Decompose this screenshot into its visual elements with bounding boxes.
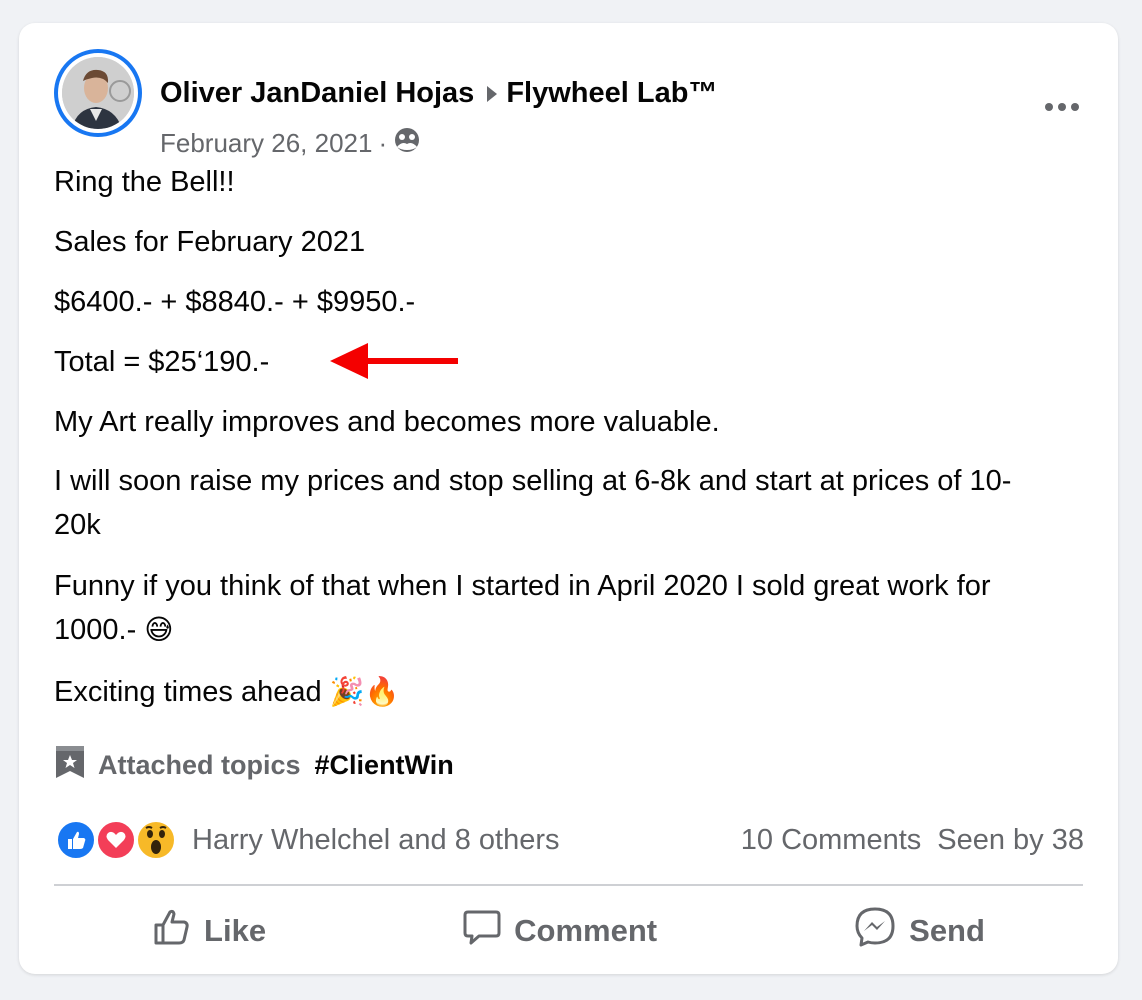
meta-separator: · xyxy=(378,128,388,158)
group-icon[interactable] xyxy=(393,126,421,161)
author-name[interactable]: Oliver JanDaniel Hojas xyxy=(160,77,474,110)
reaction-icons[interactable] xyxy=(56,818,182,862)
party-popper-emoji: 🎉 xyxy=(329,675,365,708)
post-actions: Like Comment Send xyxy=(54,903,1083,959)
post-meta: February 26, 2021 · xyxy=(160,126,421,161)
wow-reaction-icon xyxy=(136,820,176,860)
triangle-right-icon xyxy=(486,85,498,103)
attached-topics: Attached topics #ClientWin xyxy=(54,745,454,785)
post-line: Exciting times ahead 🎉🔥 xyxy=(54,671,399,713)
topic-tag[interactable]: #ClientWin xyxy=(315,750,454,781)
post-line: I will soon raise my prices and stop sel… xyxy=(54,465,1012,541)
like-label: Like xyxy=(204,913,267,948)
love-reaction-icon xyxy=(96,820,136,860)
send-label: Send xyxy=(909,913,985,948)
seen-count[interactable]: Seen by 38 xyxy=(937,824,1084,857)
post-line: Ring the Bell!! xyxy=(54,166,235,198)
topic-badge-icon xyxy=(54,744,86,787)
fire-emoji: 🔥 xyxy=(364,675,400,708)
post-card: Oliver JanDaniel Hojas Flywheel Lab™ Feb… xyxy=(19,23,1118,974)
thumbs-up-icon xyxy=(152,907,192,955)
post-line-text: Exciting times ahead xyxy=(54,676,322,708)
post-line: $6400.- + $8840.- + $9950.- xyxy=(54,286,416,318)
post-line: Funny if you think of that when I starte… xyxy=(54,564,1044,652)
post-line: Total = $25‘190.- xyxy=(54,346,270,378)
comments-count[interactable]: 10 Comments xyxy=(741,824,922,857)
red-arrow-annotation xyxy=(330,343,458,379)
post-line: My Art really improves and becomes more … xyxy=(54,406,720,438)
avatar[interactable] xyxy=(54,49,142,137)
post-line: Sales for February 2021 xyxy=(54,226,366,258)
sweat-smile-emoji: 😅 xyxy=(144,613,174,646)
send-button[interactable]: Send xyxy=(833,901,1005,961)
comment-label: Comment xyxy=(514,913,658,948)
speech-bubble-icon xyxy=(462,907,502,955)
messenger-icon xyxy=(853,905,897,957)
group-name[interactable]: Flywheel Lab™ xyxy=(506,77,717,110)
like-button[interactable]: Like xyxy=(132,903,286,959)
author-line: Oliver JanDaniel Hojas Flywheel Lab™ xyxy=(160,77,717,110)
like-reaction-icon xyxy=(56,820,96,860)
reactors-summary[interactable]: Harry Whelchel and 8 others xyxy=(192,824,560,857)
post-header: Oliver JanDaniel Hojas Flywheel Lab™ Feb… xyxy=(54,49,1094,158)
topics-label: Attached topics xyxy=(98,749,301,780)
divider xyxy=(54,884,1083,886)
post-date[interactable]: February 26, 2021 xyxy=(160,128,372,159)
post-line-text: Funny if you think of that when I starte… xyxy=(54,570,991,646)
reactions-row: Harry Whelchel and 8 others 10 Comments … xyxy=(56,816,1084,864)
profile-photo-icon xyxy=(62,57,134,129)
avatar-image xyxy=(62,57,134,129)
more-options-icon[interactable] xyxy=(1040,85,1084,129)
comment-button[interactable]: Comment xyxy=(442,903,677,959)
